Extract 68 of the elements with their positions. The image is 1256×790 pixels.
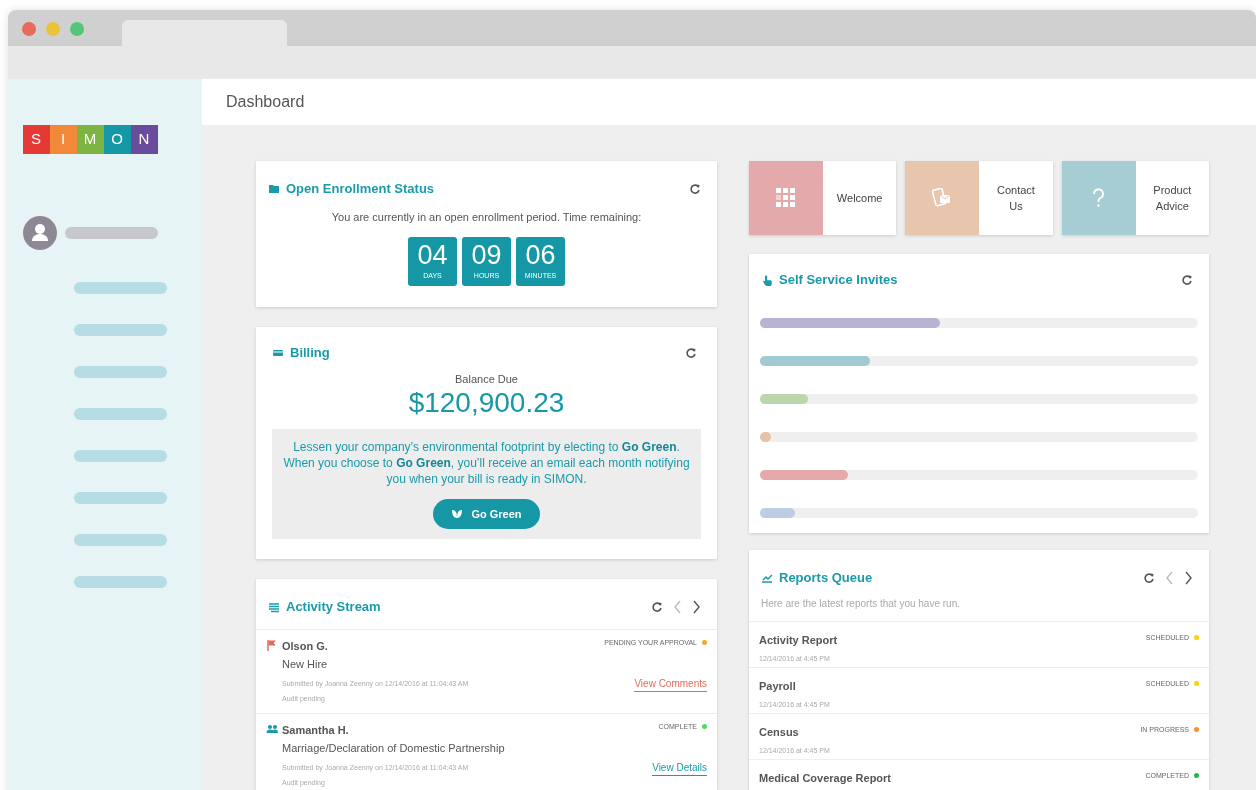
report-name: Payroll — [759, 678, 797, 694]
close-window-icon[interactable] — [22, 22, 36, 36]
card-title: Activity Stream — [286, 598, 382, 616]
next-icon[interactable] — [1184, 570, 1193, 585]
enrollment-message: You are currently in an open enrollment period. Time remaining: — [330, 209, 643, 225]
tile-label: Welcome — [835, 190, 884, 206]
report-name: Activity Report — [759, 632, 839, 648]
card-title: Open Enrollment Status — [286, 180, 436, 198]
list-icon — [268, 600, 280, 613]
card-title: Reports Queue — [779, 569, 874, 587]
nav-item-placeholder[interactable] — [73, 282, 167, 294]
leaf-icon — [451, 508, 464, 520]
balance-amount: $120,900.23 — [407, 387, 566, 419]
request-type: New Hire — [282, 657, 329, 672]
browser-tab[interactable] — [122, 20, 287, 46]
person-name: Olson G. — [282, 638, 329, 654]
shortcut-tile[interactable]: Contact Us — [905, 161, 1053, 235]
phone-envelope-icon — [932, 188, 953, 208]
shortcut-tile[interactable]: Product Advice — [1061, 161, 1209, 235]
countdown-value: 04 — [417, 241, 448, 270]
person-name: Samantha H. — [282, 722, 350, 738]
minimize-window-icon[interactable] — [46, 22, 60, 36]
countdown-value: 06 — [525, 241, 556, 270]
nav-item-placeholder[interactable] — [73, 366, 167, 378]
refresh-icon[interactable] — [1143, 571, 1155, 584]
logo-letter: M — [76, 125, 104, 154]
promo-text: Lessen your company’s environmental footprint by electing to Go Green. When you choose to Go Green, you’ll receive an email each month notifying you when your bill is ready in SIMON. — [282, 439, 691, 487]
simon-logo[interactable]: S I M O N — [22, 125, 158, 154]
next-icon[interactable] — [692, 599, 701, 614]
countdown-value: 09 — [471, 241, 502, 270]
nav-item-placeholder[interactable] — [73, 492, 167, 504]
nav-item-placeholder[interactable] — [73, 324, 167, 336]
nav-item-placeholder[interactable] — [73, 534, 167, 546]
balance-label: Balance Due — [454, 371, 519, 387]
nav-item-placeholder[interactable] — [73, 576, 167, 588]
grid-icon — [776, 188, 796, 208]
folder-icon — [268, 182, 280, 195]
maximize-window-icon[interactable] — [70, 22, 84, 36]
logo-letter: O — [103, 125, 131, 154]
logo-letter: S — [22, 125, 50, 154]
card-title: Self Service Invites — [779, 271, 899, 289]
view-link[interactable]: View Details — [652, 760, 707, 776]
nav-item-placeholder[interactable] — [73, 450, 167, 462]
flag-icon — [266, 638, 278, 651]
logo-letter: N — [130, 125, 158, 154]
report-name: Census — [759, 724, 800, 740]
page-title: Dashboard — [226, 92, 305, 112]
refresh-icon[interactable] — [651, 600, 663, 613]
report-name: Medical Coverage Report — [759, 770, 893, 786]
chart-icon — [761, 571, 773, 584]
card-title: Billing — [290, 344, 331, 362]
refresh-icon[interactable] — [689, 182, 701, 195]
logo-letter: I — [49, 125, 77, 154]
refresh-icon[interactable] — [1181, 273, 1193, 286]
user-avatar-icon[interactable] — [23, 216, 57, 250]
nav-item-placeholder[interactable] — [73, 408, 167, 420]
tile-label: Product Advice — [1152, 182, 1193, 214]
reports-subtitle: Here are the latest reports that you have run. — [761, 596, 961, 611]
refresh-icon[interactable] — [685, 346, 697, 359]
tile-label: Contact Us — [996, 182, 1036, 214]
opt-in-button[interactable]: Go Green — [433, 499, 540, 529]
previous-icon[interactable] — [1165, 570, 1174, 585]
people-icon — [266, 722, 278, 735]
request-type: Marriage/Declaration of Domestic Partnership — [282, 741, 506, 756]
previous-icon[interactable] — [673, 599, 682, 614]
hand-pointer-icon — [761, 273, 773, 286]
view-link[interactable]: View Comments — [634, 676, 707, 692]
shortcut-tile[interactable]: Welcome — [749, 161, 897, 235]
